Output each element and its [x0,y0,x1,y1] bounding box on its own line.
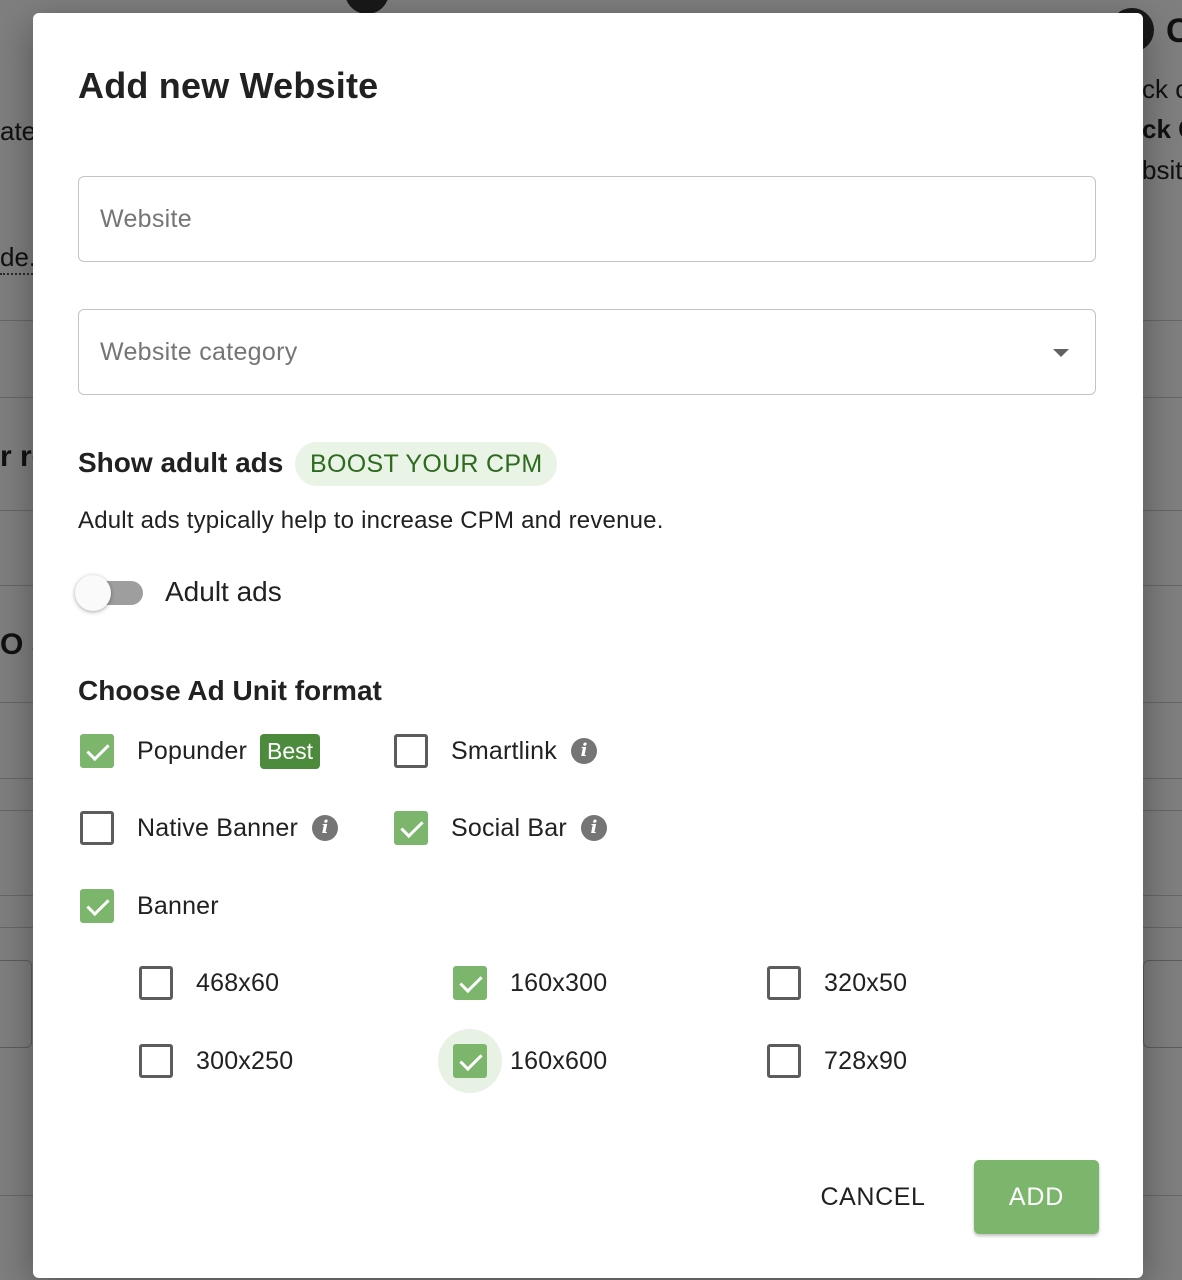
website-input-placeholder: Website [100,204,192,233]
format-label: Native Banner [137,813,299,842]
banner-size-label: 300x250 [196,1046,294,1075]
caret-down-icon [1053,349,1069,357]
dialog-title: Add new Website [78,65,379,106]
native-banner-checkbox[interactable] [80,811,114,845]
info-icon[interactable]: i [580,815,607,841]
banner-size-label: 320x50 [824,968,908,997]
banner-size-checkbox[interactable] [767,966,801,1000]
banner-size-label: 160x300 [510,968,608,997]
adult-ads-toggle[interactable] [75,575,145,611]
info-icon[interactable]: i [571,738,597,764]
banner-size-checkbox[interactable] [139,1044,173,1078]
format-label: Popunder [137,736,248,765]
banner-size-160x600[interactable]: 160x600 [438,1029,608,1093]
best-badge: Best [260,733,321,769]
website-category-select[interactable]: Website category [78,309,1096,395]
format-label: Social Bar [451,813,567,842]
banner-size-728x90[interactable]: 728x90 [767,1041,907,1081]
adult-ads-description: Adult ads typically help to increase CPM… [78,507,664,534]
info-icon[interactable]: i [312,815,339,841]
format-native-banner[interactable]: Native Banner i [80,808,339,848]
banner-size-checkbox[interactable] [453,1044,487,1078]
format-social-bar[interactable]: Social Bar i [394,808,607,848]
social-bar-checkbox[interactable] [394,811,428,845]
banner-size-300x250[interactable]: 300x250 [139,1041,293,1081]
banner-size-label: 160x600 [510,1046,608,1075]
boost-cpm-chip: BOOST YOUR CPM [295,442,558,486]
format-banner[interactable]: Banner [80,886,219,926]
banner-size-160x300[interactable]: 160x300 [453,963,607,1003]
cancel-button[interactable]: CANCEL [803,1171,943,1223]
banner-checkbox[interactable] [80,889,114,923]
banner-size-checkbox[interactable] [139,966,173,1000]
format-label: Banner [137,891,219,920]
format-popunder[interactable]: Popunder Best [80,731,321,771]
add-website-dialog: Add new Website Website Website category… [33,13,1143,1278]
toggle-thumb [75,575,111,611]
banner-size-checkbox[interactable] [767,1044,801,1078]
format-smartlink[interactable]: Smartlink i [394,731,597,771]
popunder-checkbox[interactable] [80,734,114,768]
smartlink-checkbox[interactable] [394,734,428,768]
format-label: Smartlink [451,736,557,765]
adult-ads-section-title: Show adult ads [78,447,284,478]
website-category-placeholder: Website category [100,337,298,366]
banner-size-320x50[interactable]: 320x50 [767,963,907,1003]
adult-ads-toggle-label: Adult ads [165,576,282,607]
banner-size-checkbox[interactable] [453,966,487,1000]
banner-size-label: 468x60 [196,968,280,997]
ad-format-section-title: Choose Ad Unit format [78,675,382,706]
banner-size-468x60[interactable]: 468x60 [139,963,279,1003]
add-button[interactable]: ADD [974,1160,1099,1234]
website-input[interactable]: Website [78,176,1096,262]
banner-size-label: 728x90 [824,1046,908,1075]
